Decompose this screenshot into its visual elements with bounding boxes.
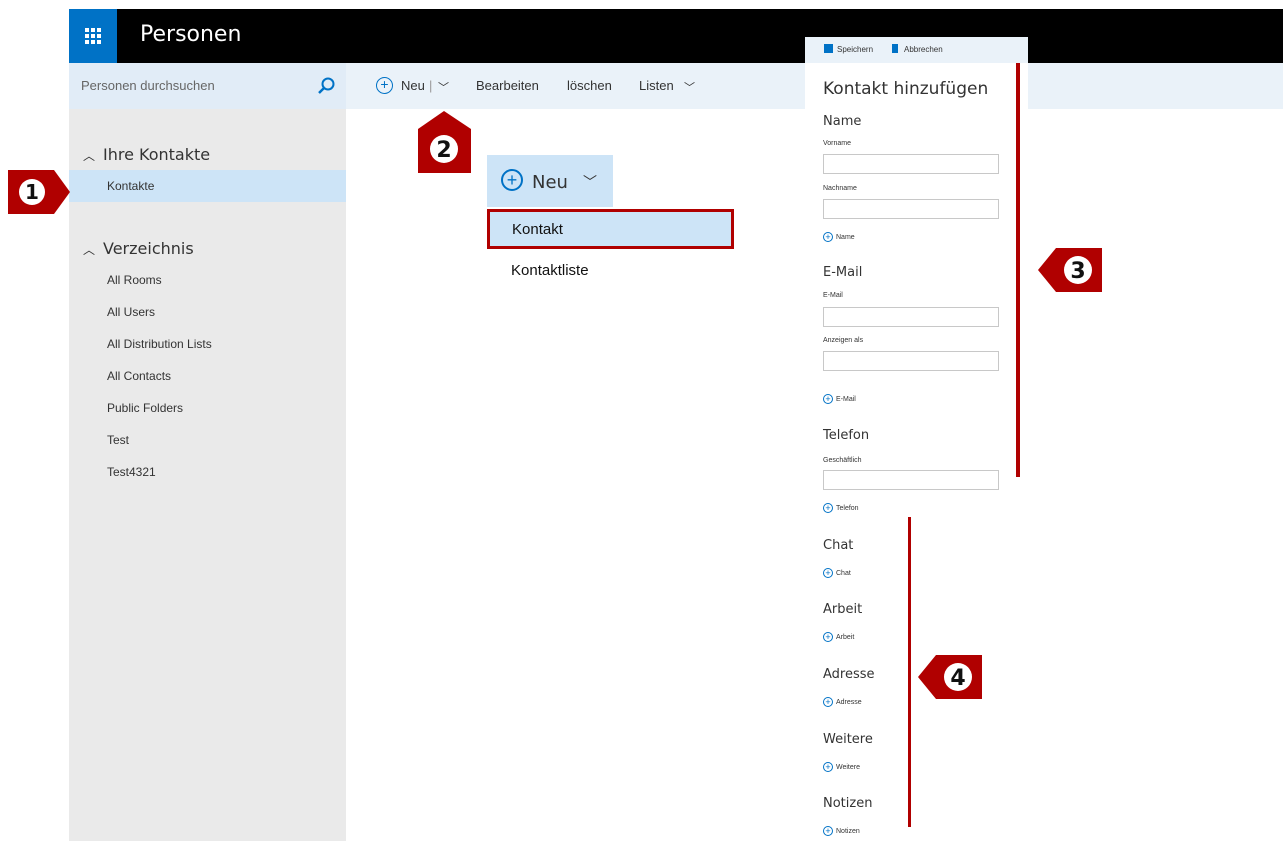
- add-contact-form: Speichern Abbrechen Kontakt hinzufügen N…: [805, 37, 1028, 848]
- email-input[interactable]: [823, 307, 999, 327]
- chevron-down-icon[interactable]: ﹀: [438, 79, 449, 95]
- delete-button[interactable]: löschen: [567, 78, 612, 93]
- display-as-label: Anzeigen als: [823, 337, 864, 344]
- dropdown-new-label: Neu: [532, 172, 568, 193]
- nav-item-all-contacts[interactable]: All Contacts: [69, 360, 346, 392]
- add-work-link[interactable]: + Arbeit: [823, 632, 854, 642]
- callout-2: 2: [418, 111, 471, 173]
- add-notes-link[interactable]: + Notizen: [823, 826, 860, 836]
- nav-item-test4321[interactable]: Test4321: [69, 456, 346, 488]
- nav-item-all-distribution-lists[interactable]: All Distribution Lists: [69, 328, 346, 360]
- save-button[interactable]: Speichern: [837, 45, 873, 54]
- last-name-label: Nachname: [823, 185, 857, 192]
- plus-circle-icon: +: [823, 568, 833, 578]
- nav-item-contacts[interactable]: Kontakte: [69, 170, 346, 202]
- section-work-title: Arbeit: [823, 602, 863, 617]
- section-chat-title: Chat: [823, 538, 854, 553]
- dropdown-new-button[interactable]: + Neu ﹀: [487, 155, 613, 207]
- plus-circle-icon: +: [823, 826, 833, 836]
- section-email-title: E-Mail: [823, 265, 863, 280]
- callout-4: 4: [918, 655, 982, 699]
- waffle-icon: [85, 28, 101, 44]
- svg-text:3: 3: [1070, 259, 1085, 284]
- add-name-link[interactable]: + Name: [823, 232, 855, 242]
- save-icon: [824, 44, 833, 53]
- email-label: E-Mail: [823, 292, 843, 299]
- last-name-input[interactable]: [823, 199, 999, 219]
- first-name-label: Vorname: [823, 140, 852, 147]
- plus-circle-icon[interactable]: +: [376, 77, 393, 94]
- section-more-title: Weitere: [823, 732, 873, 747]
- section-name-title: Name: [823, 114, 862, 129]
- callout-3: 3: [1038, 248, 1102, 292]
- trash-icon: [892, 44, 898, 53]
- section-address-title: Adresse: [823, 667, 875, 682]
- nav-item-test[interactable]: Test: [69, 424, 346, 456]
- cancel-button[interactable]: Abbrechen: [904, 45, 943, 54]
- add-phone-link[interactable]: + Telefon: [823, 503, 859, 513]
- add-chat-link[interactable]: + Chat: [823, 568, 851, 578]
- chevron-down-icon: ﹀: [583, 174, 597, 190]
- menu-item-contact-list[interactable]: Kontaktliste: [511, 262, 589, 279]
- search-box[interactable]: Personen durchsuchen: [69, 63, 346, 109]
- add-email-link[interactable]: + E-Mail: [823, 394, 856, 404]
- form-title: Kontakt hinzufügen: [823, 79, 989, 99]
- nav-item-public-folders[interactable]: Public Folders: [69, 392, 346, 424]
- app-launcher-button[interactable]: [69, 9, 117, 63]
- business-phone-input[interactable]: [823, 470, 999, 490]
- chevron-up-icon: ︿: [83, 149, 96, 163]
- section-phone-title: Telefon: [823, 428, 870, 443]
- svg-text:4: 4: [950, 666, 965, 691]
- app-title: Personen: [140, 22, 242, 47]
- plus-circle-icon: +: [823, 697, 833, 707]
- lists-button[interactable]: Listen: [639, 78, 674, 93]
- edit-button[interactable]: Bearbeiten: [476, 78, 539, 93]
- nav-header-your-contacts[interactable]: ︿ Ihre Kontakte: [83, 145, 210, 164]
- top-bar: Personen: [69, 9, 1283, 63]
- svg-text:2: 2: [436, 138, 451, 163]
- search-input[interactable]: Personen durchsuchen: [81, 78, 215, 93]
- plus-circle-icon: +: [823, 503, 833, 513]
- chevron-down-icon[interactable]: ﹀: [684, 79, 695, 95]
- menu-item-contact[interactable]: Kontakt: [487, 209, 734, 249]
- first-name-input[interactable]: [823, 154, 999, 174]
- add-address-link[interactable]: + Adresse: [823, 697, 862, 707]
- search-icon[interactable]: [316, 76, 336, 96]
- annotation-bar-4: [908, 517, 911, 827]
- chevron-up-icon: ︿: [83, 243, 96, 257]
- menu-item-contact-label: Kontakt: [512, 221, 563, 238]
- separator: |: [429, 78, 433, 93]
- plus-circle-icon: +: [823, 394, 833, 404]
- nav-header-directory[interactable]: ︿ Verzeichnis: [83, 239, 194, 258]
- annotation-bar-3: [1016, 63, 1020, 477]
- business-phone-label: Geschäftlich: [823, 457, 862, 464]
- svg-text:1: 1: [25, 180, 39, 204]
- section-notes-title: Notizen: [823, 796, 873, 811]
- plus-circle-icon: +: [823, 232, 833, 242]
- left-nav: Personen durchsuchen ︿ Ihre Kontakte Kont…: [69, 63, 346, 841]
- form-toolbar: Speichern Abbrechen: [805, 37, 1028, 63]
- display-as-input[interactable]: [823, 351, 999, 371]
- nav-item-all-rooms[interactable]: All Rooms: [69, 264, 346, 296]
- plus-circle-icon: +: [823, 632, 833, 642]
- plus-circle-icon: +: [501, 169, 523, 191]
- plus-circle-icon: +: [823, 762, 833, 772]
- new-button[interactable]: Neu: [401, 78, 425, 93]
- add-more-link[interactable]: + Weitere: [823, 762, 860, 772]
- callout-1: 1: [8, 170, 70, 214]
- nav-item-all-users[interactable]: All Users: [69, 296, 346, 328]
